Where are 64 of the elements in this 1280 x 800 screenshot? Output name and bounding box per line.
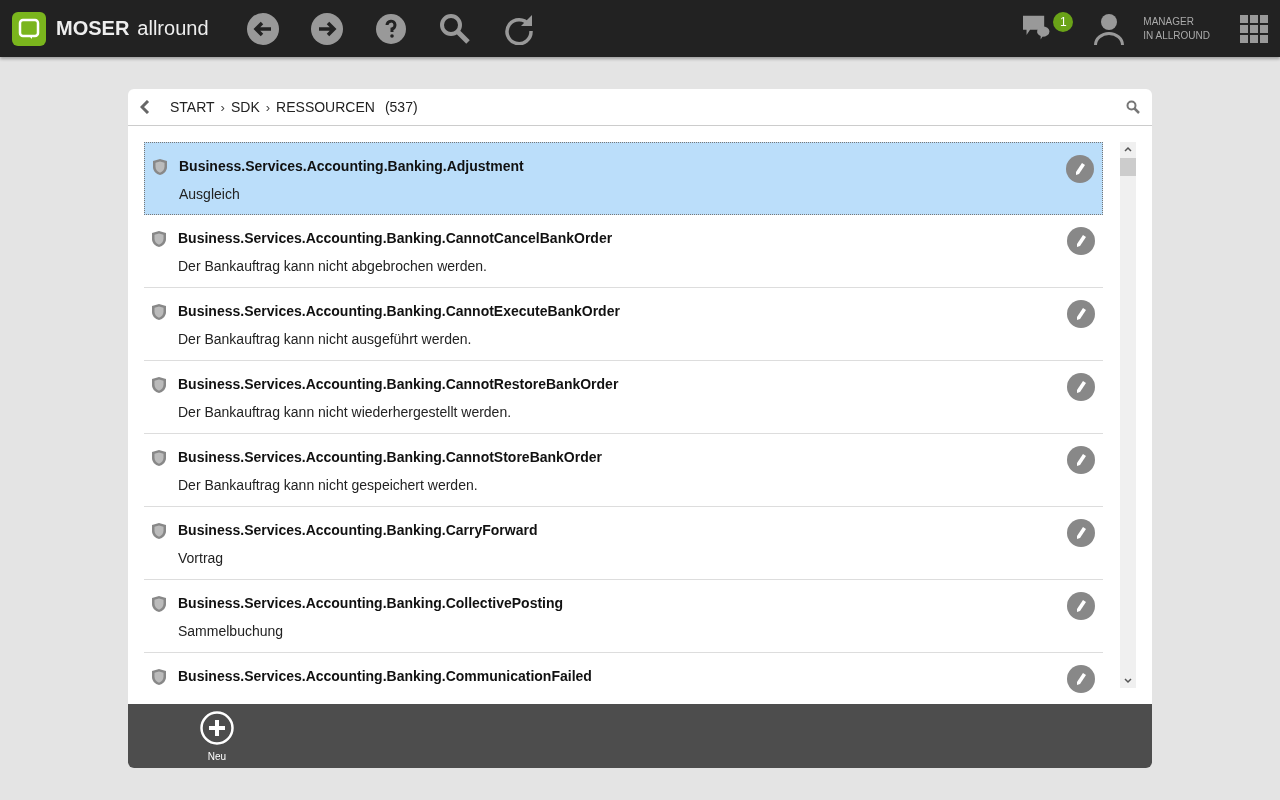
resource-row[interactable]: Business.Services.Accounting.Banking.Adjustment Ausgleich xyxy=(144,142,1103,215)
edit-button[interactable] xyxy=(1067,227,1095,255)
item-count: (537) xyxy=(384,99,418,115)
resource-key: Business.Services.Accounting.Banking.CannotRestoreBankOrder xyxy=(178,376,1055,392)
product-name: allround xyxy=(137,17,209,40)
resource-text: Vortrag xyxy=(178,550,225,566)
resource-text: Der Bankauftrag kann nicht ausgeführt werden. xyxy=(178,331,473,347)
shield-icon xyxy=(152,596,166,612)
brand-name: MOSER xyxy=(56,17,130,40)
search-icon[interactable] xyxy=(1126,100,1140,114)
shield-icon xyxy=(152,377,166,393)
back-button[interactable] xyxy=(245,11,280,46)
breadcrumb-separator: › xyxy=(265,99,271,115)
user-icon[interactable] xyxy=(1093,12,1126,45)
resource-text: Sammelbuchung xyxy=(178,623,285,639)
forward-button[interactable] xyxy=(309,11,344,46)
resource-text: Der Bankauftrag kann nicht wiederhergestellt werden. xyxy=(178,404,513,420)
resource-text: Der Bankauftrag kann nicht abgebrochen werden. xyxy=(178,258,488,274)
shield-icon xyxy=(152,450,166,466)
resource-text: Der Bankauftrag kann nicht gespeichert werden. xyxy=(178,477,479,493)
user-label: MANAGER xyxy=(1143,16,1195,27)
scrollbar[interactable] xyxy=(1120,142,1136,688)
resource-key: Business.Services.Accounting.Banking.CollectivePosting xyxy=(178,595,1055,611)
resource-key: Business.Services.Accounting.Banking.Adjustment xyxy=(179,158,1054,174)
shield-icon xyxy=(152,669,166,685)
new-button[interactable]: Neu xyxy=(194,704,240,768)
edit-button[interactable] xyxy=(1067,592,1095,620)
edit-button[interactable] xyxy=(1067,300,1095,328)
pencil-icon xyxy=(1075,307,1087,321)
resource-key: Business.Services.Accounting.Banking.CarryForward xyxy=(178,522,1055,538)
resource-key: Business.Services.Accounting.Banking.CannotStoreBankOrder xyxy=(178,449,1055,465)
edit-button[interactable] xyxy=(1066,155,1094,183)
breadcrumb-separator: › xyxy=(220,99,225,115)
pencil-icon xyxy=(1075,234,1087,248)
resource-key: Business.Services.Accounting.Banking.CommunicationFailed xyxy=(178,668,1055,684)
pencil-icon xyxy=(1075,380,1087,394)
search-icon[interactable] xyxy=(437,11,472,46)
pencil-icon xyxy=(1074,162,1086,176)
scrollbar-thumb[interactable] xyxy=(1120,158,1136,176)
breadcrumb-link[interactable]: SDK xyxy=(230,99,260,115)
pencil-icon xyxy=(1075,453,1087,467)
logo-icon xyxy=(12,11,46,46)
resource-text: Ausgleich xyxy=(179,186,241,202)
help-button[interactable] xyxy=(373,11,408,46)
back-chevron-icon[interactable] xyxy=(140,100,150,114)
edit-button[interactable] xyxy=(1067,446,1095,474)
pencil-icon xyxy=(1075,599,1087,613)
resource-key: Business.Services.Accounting.Banking.CannotCancelBankOrder xyxy=(178,230,1055,246)
plus-icon xyxy=(200,711,234,745)
notification-badge: 1 xyxy=(1053,11,1074,32)
edit-button[interactable] xyxy=(1067,519,1095,547)
edit-button[interactable] xyxy=(1067,665,1095,693)
shield-icon xyxy=(152,304,166,320)
breadcrumb-link[interactable]: START xyxy=(170,99,215,115)
pencil-icon xyxy=(1075,526,1087,540)
breadcrumb-link[interactable]: RESSOURCEN xyxy=(276,99,375,115)
apps-grid-icon[interactable] xyxy=(1240,14,1268,43)
resource-key: Business.Services.Accounting.Banking.CannotExecuteBankOrder xyxy=(178,303,1055,319)
shield-icon xyxy=(153,159,167,175)
edit-button[interactable] xyxy=(1067,373,1095,401)
shield-icon xyxy=(152,523,166,539)
user-label: IN ALLROUND xyxy=(1143,30,1210,41)
pencil-icon xyxy=(1075,672,1087,686)
shield-icon xyxy=(152,231,166,247)
